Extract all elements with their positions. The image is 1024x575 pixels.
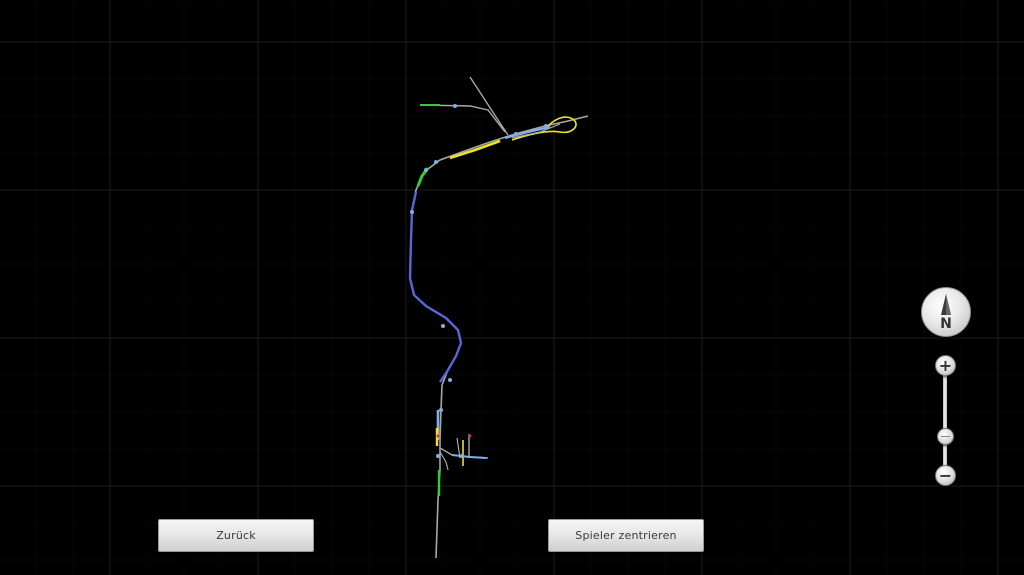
- compass-label: N: [940, 316, 952, 332]
- track-lower-left: [439, 451, 449, 471]
- signal-marker: [424, 168, 428, 172]
- signal-marker: [448, 378, 452, 382]
- track-section-blue: [408, 191, 463, 383]
- back-button[interactable]: Zurück: [158, 519, 314, 552]
- red-signal-markers: [436, 434, 472, 438]
- signal-marker-red: [436, 434, 440, 438]
- signal-marker: [453, 104, 457, 108]
- zoom-slider-handle[interactable]: [937, 427, 954, 445]
- track-main: [409, 115, 589, 559]
- zoom-in-button[interactable]: +: [935, 355, 956, 376]
- signal-marker: [441, 324, 445, 328]
- signal-marker: [436, 454, 440, 458]
- signal-marker: [410, 210, 414, 214]
- signal-markers: [410, 104, 548, 458]
- track-station-yellow-top: [449, 139, 501, 160]
- center-player-button[interactable]: Spieler zentrieren: [548, 519, 704, 552]
- compass-north-icon[interactable]: N: [921, 287, 971, 337]
- track-branch-west: [419, 104, 506, 133]
- signal-marker: [544, 124, 548, 128]
- route-map[interactable]: [0, 0, 1024, 575]
- signal-marker-red: [468, 434, 472, 438]
- signal-marker: [439, 408, 443, 412]
- signal-marker: [514, 132, 518, 136]
- zoom-out-button[interactable]: −: [935, 465, 956, 486]
- signal-marker: [434, 160, 438, 164]
- map-grid: [0, 0, 1024, 575]
- track-branch-north: [469, 76, 509, 136]
- zoom-slider-track[interactable]: [943, 370, 947, 478]
- signal-marker: [460, 454, 464, 458]
